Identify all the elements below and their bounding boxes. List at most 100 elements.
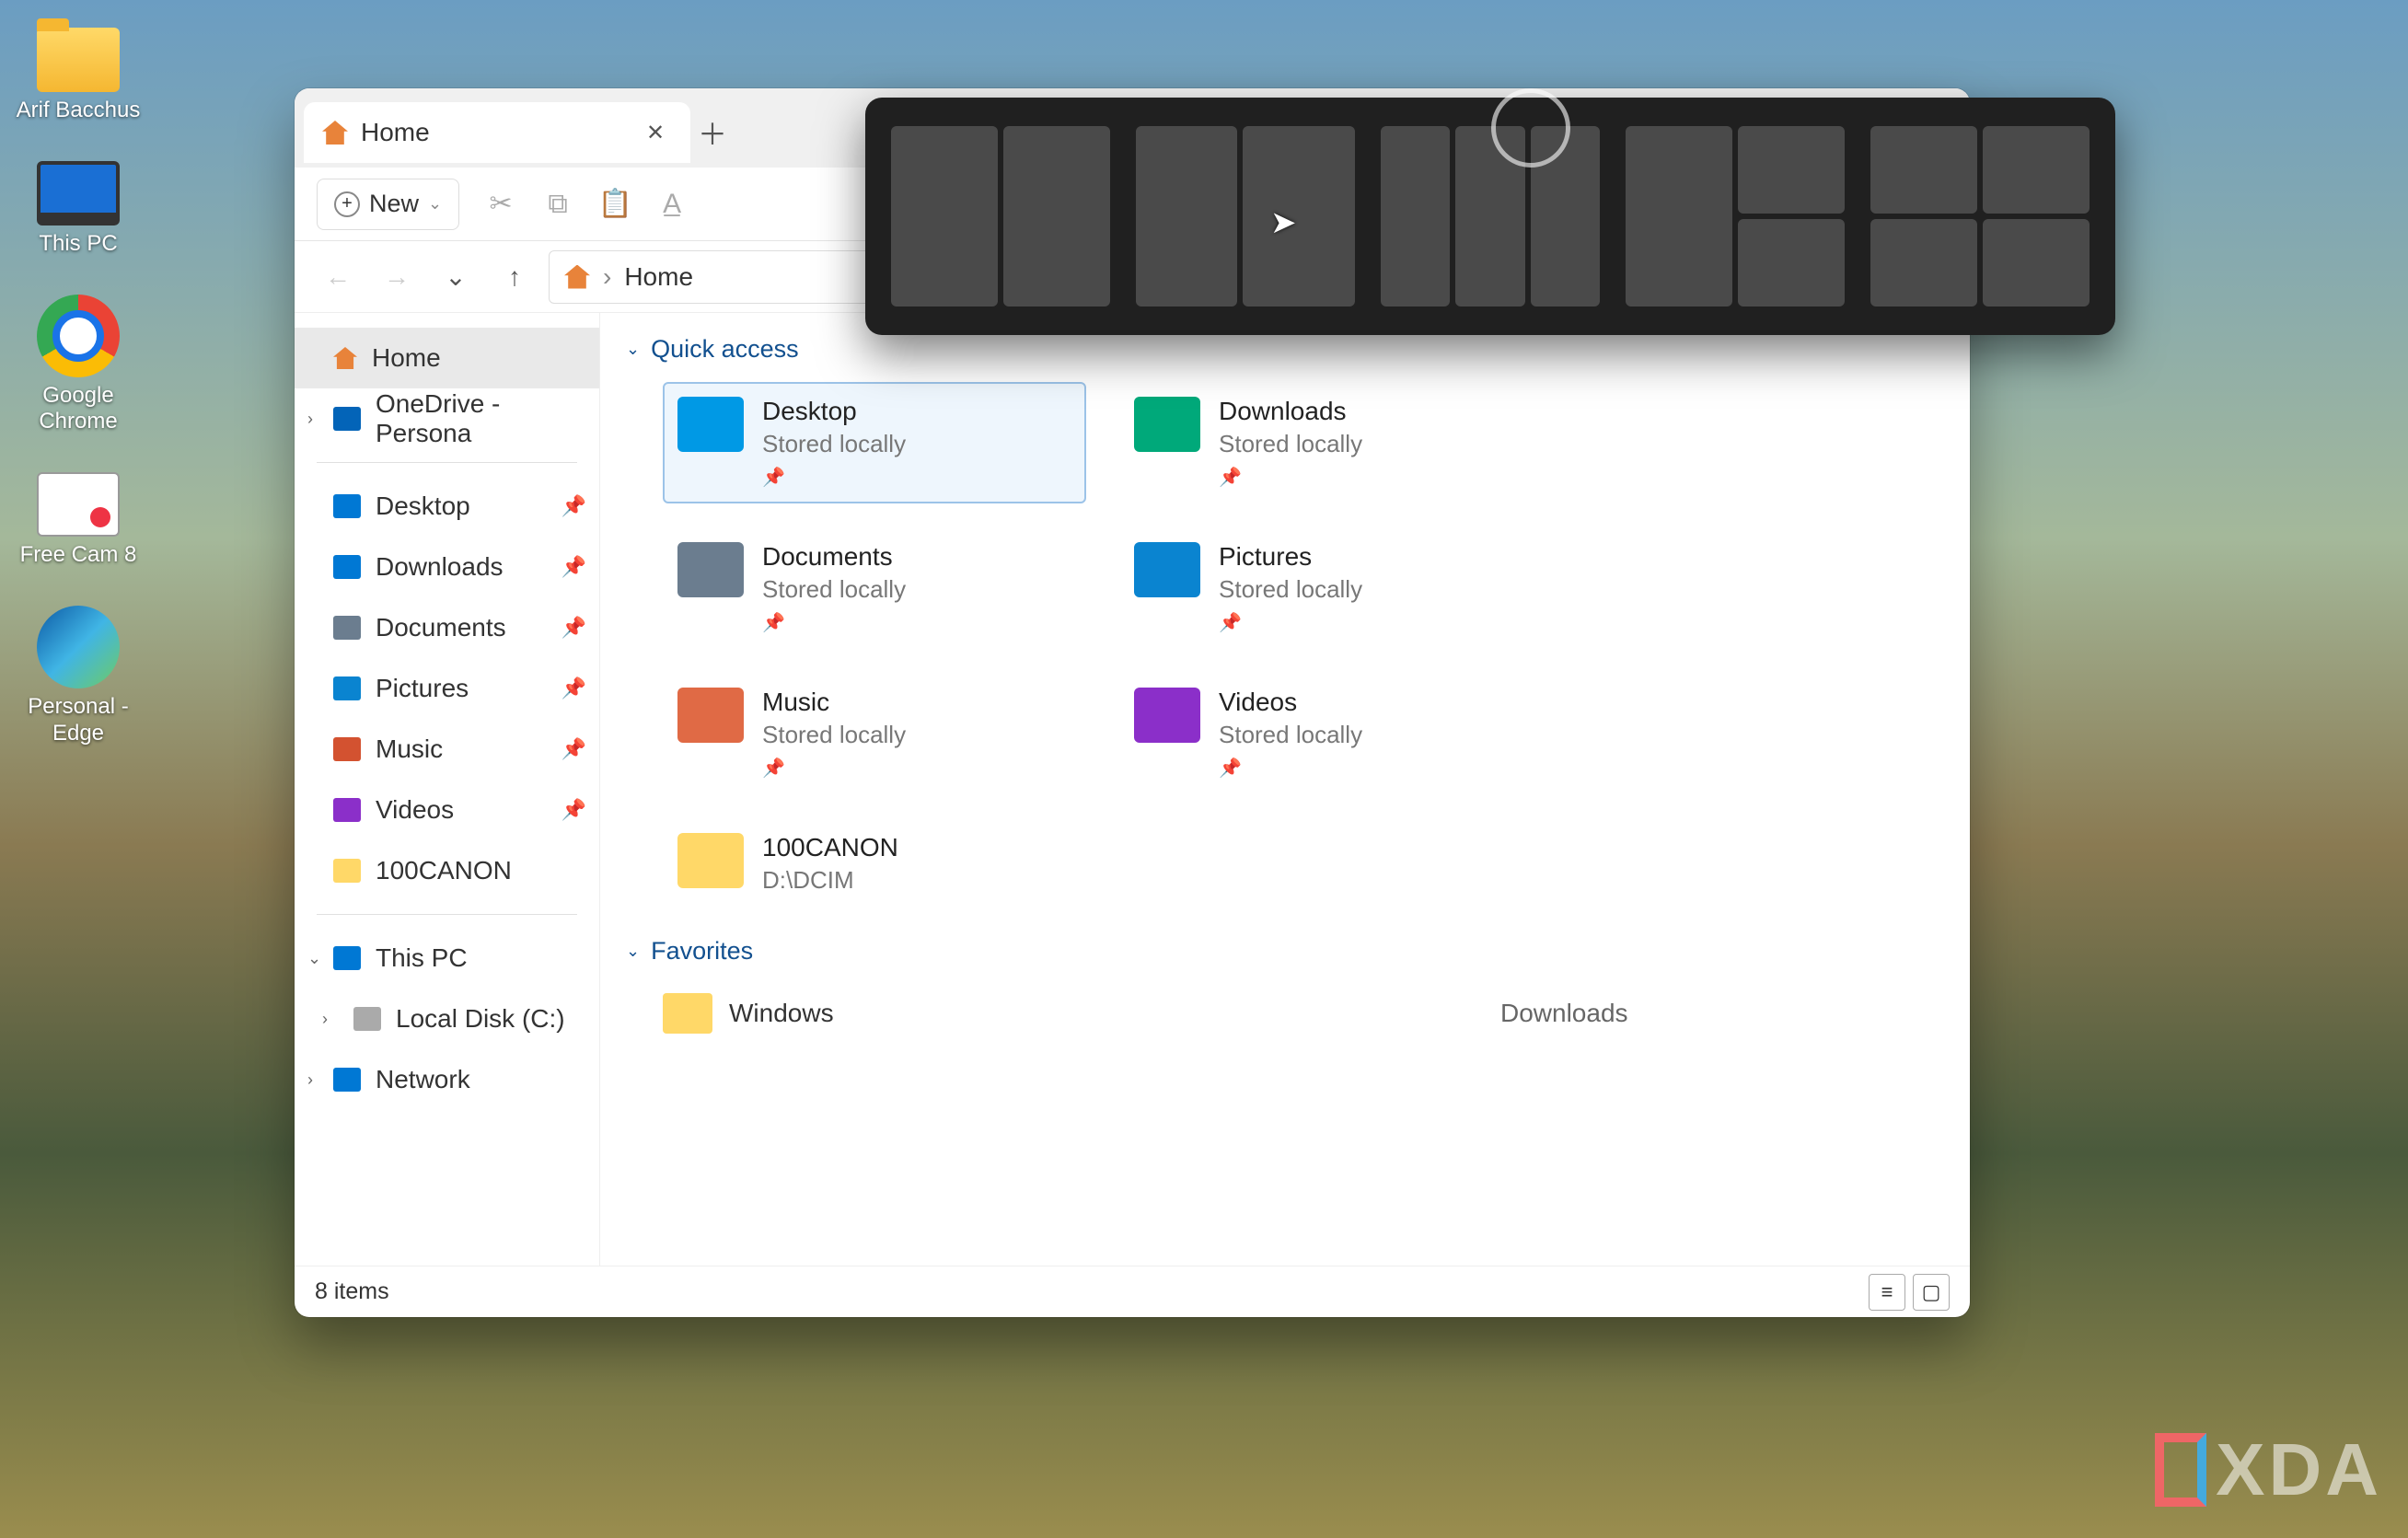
favorite-item[interactable]: Windows Downloads	[663, 984, 1944, 1043]
item-subtitle: D:\DCIM	[762, 866, 898, 895]
quick-access-grid: DesktopStored locally📌DownloadsStored lo…	[663, 382, 1944, 909]
snap-layout-50-50[interactable]	[891, 126, 1110, 306]
sidebar-item-thispc[interactable]: ⌄ This PC	[295, 928, 599, 989]
snap-zone[interactable]	[1870, 219, 1977, 306]
new-button-label: New	[369, 190, 419, 218]
snap-zone[interactable]	[1381, 126, 1450, 306]
sidebar-item-documents[interactable]: Documents 📌	[295, 597, 599, 658]
status-bar: 8 items ≡ ▢	[295, 1266, 1970, 1317]
details-view-button[interactable]: ≡	[1869, 1274, 1905, 1311]
snap-zone[interactable]	[1243, 126, 1355, 306]
sidebar-item-onedrive[interactable]: › OneDrive - Persona	[295, 388, 599, 449]
snap-layout-33-67[interactable]	[1136, 126, 1355, 306]
pc-icon	[333, 946, 361, 970]
favorite-name: Windows	[729, 999, 1484, 1028]
sidebar-item-network[interactable]: › Network	[295, 1049, 599, 1110]
chevron-down-icon: ⌄	[428, 194, 442, 214]
quick-access-item[interactable]: VideosStored locally📌	[1119, 673, 1543, 794]
sidebar-item-downloads[interactable]: Downloads 📌	[295, 537, 599, 597]
favorites-list: Windows Downloads	[626, 984, 1944, 1043]
folder-icon	[37, 28, 120, 92]
forward-button[interactable]: →	[372, 252, 422, 302]
documents-icon	[333, 616, 361, 640]
sidebar-item-label: Pictures	[376, 674, 469, 703]
snap-zone[interactable]	[1136, 126, 1237, 306]
section-label: Quick access	[651, 335, 799, 364]
snap-zone[interactable]	[1738, 126, 1845, 214]
snap-zone[interactable]	[1983, 126, 2090, 214]
desktop-icon-edge[interactable]: Personal - Edge	[9, 606, 147, 747]
tab-home[interactable]: Home ✕	[304, 102, 690, 163]
disk-icon	[353, 1007, 381, 1031]
recent-dropdown[interactable]: ⌄	[431, 252, 480, 302]
favorite-location: Downloads	[1500, 999, 1628, 1028]
item-name: Videos	[1219, 688, 1362, 717]
pin-icon: 📌	[762, 466, 906, 489]
sidebar-item-100canon[interactable]: 100CANON	[295, 840, 599, 901]
chevron-down-icon: ⌄	[626, 942, 640, 961]
onedrive-icon	[333, 407, 361, 431]
desktop-icon-user-folder[interactable]: Arif Bacchus	[9, 28, 147, 124]
item-subtitle: Stored locally	[1219, 575, 1362, 604]
quick-access-item[interactable]: MusicStored locally📌	[663, 673, 1086, 794]
sidebar-item-music[interactable]: Music 📌	[295, 719, 599, 780]
up-button[interactable]: ↑	[490, 252, 539, 302]
quick-access-item[interactable]: DesktopStored locally📌	[663, 382, 1086, 503]
thumbnails-view-button[interactable]: ▢	[1913, 1274, 1950, 1311]
tab-close-button[interactable]: ✕	[639, 116, 672, 149]
desktop-icon-label: Free Cam 8	[20, 542, 137, 569]
paste-button[interactable]: 📋	[599, 189, 631, 220]
quick-access-item[interactable]: DownloadsStored locally📌	[1119, 382, 1543, 503]
snap-layout-quad[interactable]	[1870, 126, 2090, 306]
snap-zone[interactable]	[1738, 219, 1845, 306]
chrome-icon	[37, 295, 120, 377]
cut-button[interactable]: ✂	[485, 189, 516, 220]
sidebar-item-label: This PC	[376, 943, 468, 973]
snap-zone[interactable]	[1003, 126, 1110, 306]
rename-button[interactable]: A̲	[656, 189, 688, 220]
folder-icon	[677, 542, 744, 597]
chevron-right-icon[interactable]: ›	[307, 1070, 313, 1090]
sidebar-item-pictures[interactable]: Pictures 📌	[295, 658, 599, 719]
desktop-icon-this-pc[interactable]: This PC	[9, 161, 147, 258]
downloads-icon	[333, 555, 361, 579]
back-button[interactable]: ←	[313, 252, 363, 302]
desktop-icon-freecam[interactable]: Free Cam 8	[9, 472, 147, 569]
new-tab-button[interactable]: ＋	[696, 116, 729, 149]
snap-layout-thirds[interactable]	[1381, 126, 1600, 306]
item-name: 100CANON	[762, 833, 898, 862]
pc-icon	[37, 161, 120, 225]
folder-icon	[677, 397, 744, 452]
snap-zone[interactable]	[1626, 126, 1732, 306]
item-subtitle: Stored locally	[1219, 721, 1362, 749]
quick-access-item[interactable]: PicturesStored locally📌	[1119, 527, 1543, 649]
breadcrumb-current: Home	[624, 262, 693, 292]
chevron-down-icon[interactable]: ⌄	[307, 949, 321, 968]
desktop-icon-chrome[interactable]: Google Chrome	[9, 295, 147, 436]
sidebar-item-videos[interactable]: Videos 📌	[295, 780, 599, 840]
pin-icon: 📌	[561, 616, 586, 640]
chevron-right-icon[interactable]: ›	[322, 1010, 328, 1029]
snap-layout-left-stack[interactable]	[1626, 126, 1845, 306]
snap-zone[interactable]	[1983, 219, 2090, 306]
sidebar-item-home[interactable]: Home	[295, 328, 599, 388]
copy-button[interactable]: ⧉	[542, 189, 573, 220]
snap-zone[interactable]	[891, 126, 998, 306]
sidebar-item-label: Videos	[376, 795, 454, 825]
new-button[interactable]: + New ⌄	[317, 179, 459, 230]
xda-logo-icon	[2155, 1433, 2206, 1507]
section-favorites[interactable]: ⌄ Favorites	[626, 924, 1944, 984]
quick-access-item[interactable]: DocumentsStored locally📌	[663, 527, 1086, 649]
snap-zone[interactable]	[1870, 126, 1977, 214]
chevron-down-icon: ⌄	[626, 340, 640, 359]
divider	[317, 462, 577, 463]
item-subtitle: Stored locally	[762, 430, 906, 458]
tab-title: Home	[361, 118, 626, 147]
edge-icon	[37, 606, 120, 688]
chevron-right-icon[interactable]: ›	[307, 410, 313, 429]
pin-icon: 📌	[762, 757, 906, 780]
sidebar-item-desktop[interactable]: Desktop 📌	[295, 476, 599, 537]
sidebar-item-localdisk[interactable]: › Local Disk (C:)	[295, 989, 599, 1049]
quick-access-item[interactable]: 100CANON D:\DCIM	[663, 818, 1086, 909]
sidebar-item-label: Music	[376, 734, 443, 764]
